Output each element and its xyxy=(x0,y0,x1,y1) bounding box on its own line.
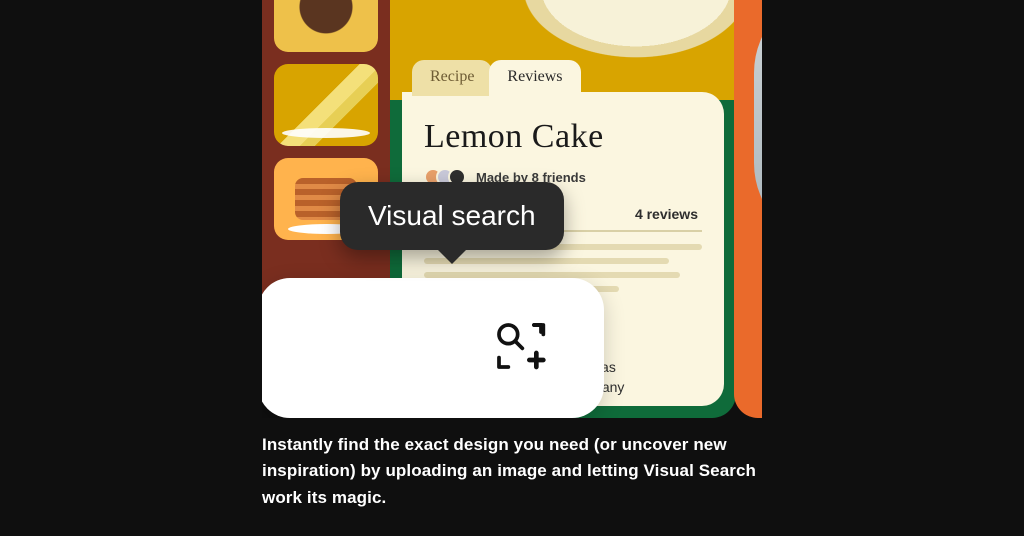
thumb-cookie[interactable] xyxy=(274,0,378,52)
tab-reviews[interactable]: Reviews xyxy=(489,60,580,96)
feature-preview: Recipe Reviews Lemon Cake Made by 8 frie… xyxy=(262,0,762,418)
profile-card: U Use xyxy=(734,0,762,418)
profile-portrait xyxy=(754,0,762,248)
profile-initial: U xyxy=(734,290,762,337)
visual-search-tooltip: Visual search xyxy=(340,182,564,250)
feature-caption: Instantly find the exact design you need… xyxy=(262,432,762,511)
tab-recipe[interactable]: Recipe xyxy=(412,60,492,96)
recipe-thumb-sidebar xyxy=(262,0,392,320)
search-bar[interactable] xyxy=(262,278,604,418)
profile-subtitle: Use xyxy=(734,338,762,355)
thumb-cake[interactable] xyxy=(274,64,378,146)
recipe-tabs: Recipe Reviews xyxy=(412,60,578,96)
visual-search-icon[interactable] xyxy=(492,318,548,374)
recipe-title: Lemon Cake xyxy=(424,118,702,156)
